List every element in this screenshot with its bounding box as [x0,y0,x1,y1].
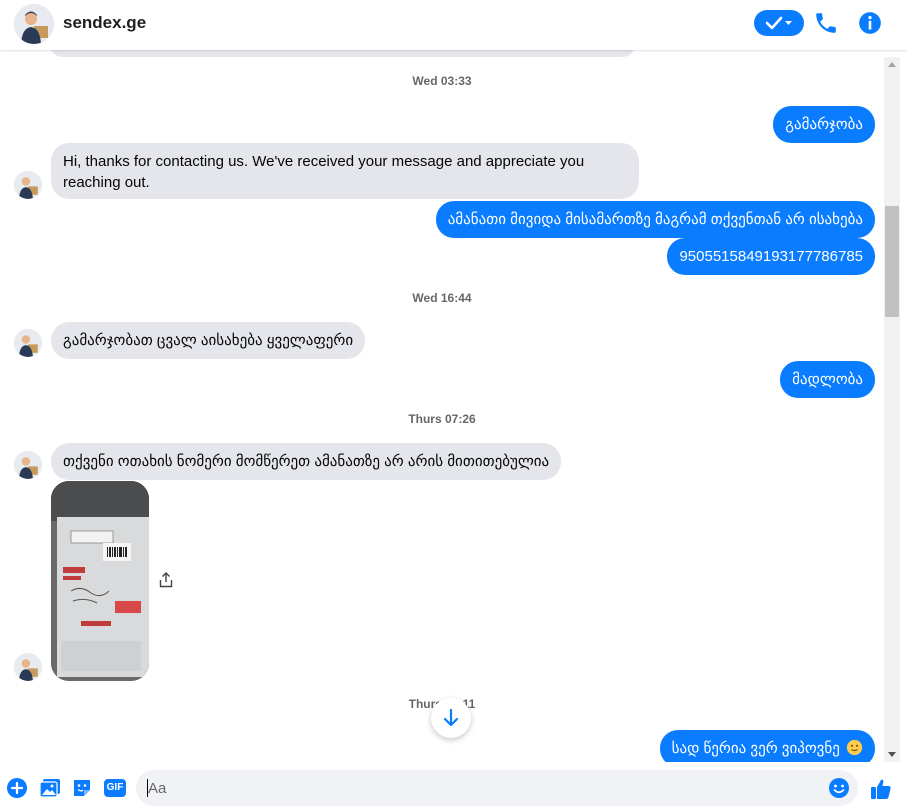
message-composer[interactable] [136,770,858,806]
share-icon[interactable] [158,571,174,589]
outgoing-message[interactable]: გამარჯობა [773,106,875,143]
sender-avatar [14,653,42,681]
text-caret [147,779,148,797]
checkmark-dropdown-icon [765,16,792,30]
gif-label: GIF [106,782,124,793]
courier-avatar-icon [14,329,42,357]
thumbs-up-icon[interactable] [869,777,893,799]
previous-message-bubble [50,50,635,57]
incoming-message[interactable]: გამარჯობათ ცვალ აისახება ყველაფერი [51,322,366,359]
plus-circle-icon[interactable] [6,777,28,799]
scroll-up-arrow[interactable] [888,62,896,67]
gif-icon[interactable]: GIF [103,777,127,799]
composer-bar: GIF [0,762,907,811]
message-line: Hi, thanks for contacting us. We've rece… [63,153,585,170]
courier-avatar-icon [14,451,42,479]
timestamp: Thurs 07:26 [408,412,476,426]
page-avatar[interactable] [14,4,54,44]
outgoing-message[interactable]: ამანათი მივიდა მისამართზე მაგრამ თქვენთა… [435,201,875,238]
phone-icon[interactable] [813,10,839,36]
outgoing-message[interactable]: სად წერია ვერ ვიპოვნე [659,730,875,762]
scrollbar-thumb[interactable] [885,206,899,317]
sender-avatar [14,329,42,357]
outgoing-message[interactable]: 9505515849193177786785 [667,238,875,275]
emoji-icon[interactable] [828,777,850,799]
arrow-down-icon [443,708,459,727]
timestamp: Wed 16:44 [412,291,472,305]
message-input[interactable] [136,770,840,806]
slightly-smiling-face-emoji [846,739,863,756]
message-list[interactable]: Wed 03:33 გამარჯობა Hi, thanks for conta… [0,50,884,762]
info-icon[interactable] [857,10,883,36]
incoming-message[interactable]: თქვენი ოთახის ნომერი მომწერეთ ამანათზე ა… [51,443,562,480]
timestamp: Wed 03:33 [412,74,472,88]
sticker-icon[interactable] [71,777,93,799]
mark-done-button[interactable] [754,10,804,36]
image-icon[interactable] [39,777,61,799]
courier-avatar-icon [14,4,54,44]
page-name[interactable]: sendex.ge [63,13,146,33]
courier-avatar-icon [14,171,42,199]
outgoing-message[interactable]: მადლობა [780,361,875,398]
package-photo[interactable] [51,481,149,681]
conversation-header: sendex.ge [0,0,907,50]
message-line: reaching out. [63,174,150,191]
courier-avatar-icon [14,653,42,681]
incoming-message[interactable]: Hi, thanks for contacting us. We've rece… [51,143,639,199]
scroll-to-bottom-button[interactable] [431,698,471,738]
scroll-down-arrow[interactable] [888,752,896,757]
sender-avatar [14,451,42,479]
sender-avatar [14,171,42,199]
message-text: სად წერია ვერ ვიპოვნე [671,740,840,757]
scrollbar[interactable] [884,57,900,762]
